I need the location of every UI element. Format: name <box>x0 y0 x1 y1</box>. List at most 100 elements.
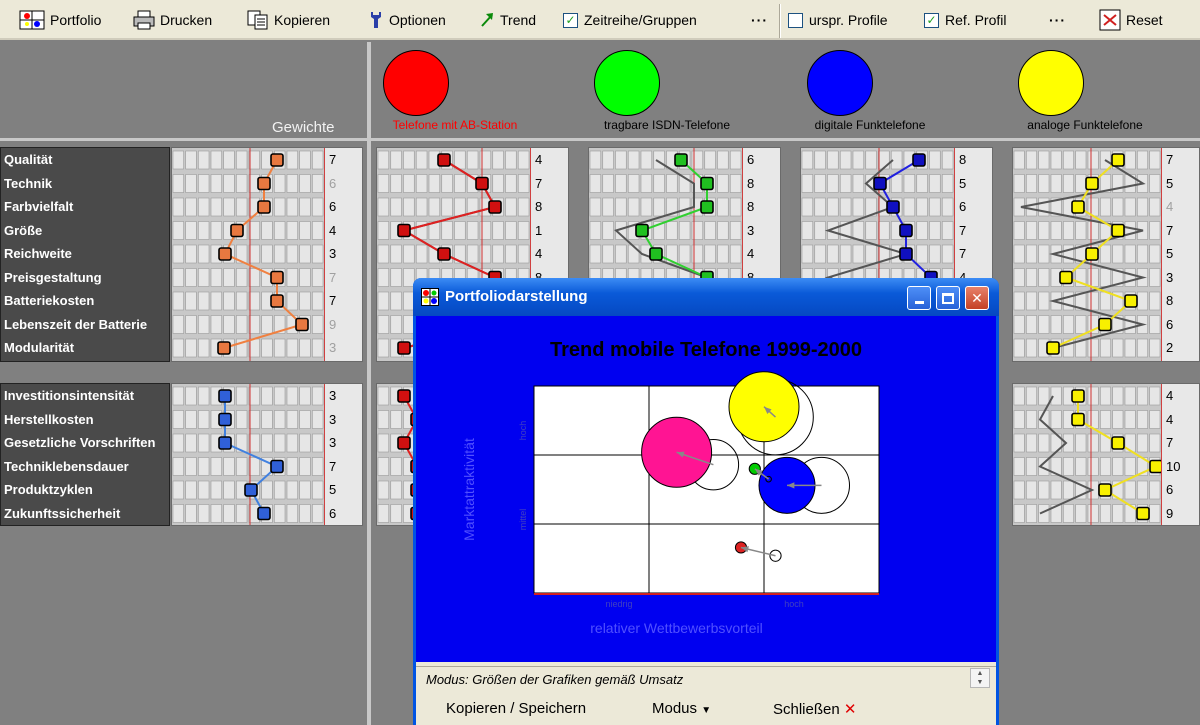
product-circle[interactable] <box>807 50 873 116</box>
grid-cell <box>198 410 210 429</box>
value-cell[interactable]: 1 <box>531 219 568 243</box>
grid-cell <box>441 197 453 217</box>
criterion-label[interactable]: Produktzyklen <box>1 478 169 502</box>
maximize-button[interactable] <box>936 286 960 310</box>
value-cell[interactable]: 5 <box>1162 242 1199 266</box>
criterion-label[interactable]: Gesetzliche Vorschriften <box>1 431 169 455</box>
ref-profile-checkbox[interactable]: ✓ Ref. Profil <box>924 8 1006 32</box>
criterion-label[interactable]: Lebenszeit der Batterie <box>1 313 169 337</box>
value-cell[interactable]: 8 <box>955 148 992 172</box>
criterion-label[interactable]: Herstellkosten <box>1 408 169 432</box>
value-cell[interactable]: 6 <box>325 502 362 526</box>
criterion-label[interactable]: Größe <box>1 219 169 243</box>
value-cell[interactable]: 8 <box>1162 289 1199 313</box>
grid-cell <box>941 197 954 217</box>
checkbox-unchecked-icon <box>788 12 803 28</box>
value-cell[interactable]: 7 <box>955 242 992 266</box>
window-titlebar[interactable]: Portfoliodarstellung ✕ <box>413 278 999 316</box>
original-profiles-checkbox[interactable]: urspr. Profile <box>788 8 888 32</box>
value-cell[interactable]: 6 <box>955 195 992 219</box>
criterion-label[interactable]: Farbvielfalt <box>1 195 169 219</box>
criterion-label[interactable]: Preisgestaltung <box>1 266 169 290</box>
value-cell[interactable]: 8 <box>743 195 780 219</box>
value-cell[interactable]: 3 <box>325 431 362 455</box>
product-circle[interactable] <box>594 50 660 116</box>
mode-button[interactable]: Modus ▼ <box>652 700 711 717</box>
profile-marker <box>1071 389 1085 403</box>
minimize-button[interactable] <box>907 286 931 310</box>
grid-cell <box>878 150 890 170</box>
criterion-label[interactable]: Technik <box>1 172 169 196</box>
value-cell[interactable]: 3 <box>325 336 362 360</box>
grid-cell <box>801 150 814 170</box>
spin-button[interactable]: ▲ ▼ <box>970 668 990 688</box>
value-cell[interactable]: 6 <box>1162 313 1199 337</box>
value-cell[interactable]: 6 <box>325 195 362 219</box>
value-cell[interactable]: 5 <box>325 478 362 502</box>
value-cell[interactable]: 3 <box>325 408 362 432</box>
value-cell[interactable]: 2 <box>1162 336 1199 360</box>
value-cell[interactable]: 4 <box>531 242 568 266</box>
value-cell[interactable]: 6 <box>325 172 362 196</box>
criterion-label[interactable]: Modularität <box>1 336 169 360</box>
profile-marker <box>1149 459 1161 474</box>
trend-button[interactable]: Trend <box>479 8 536 32</box>
grid-cell <box>172 268 184 287</box>
copy-save-button[interactable]: Kopieren / Speichern <box>446 700 586 717</box>
print-button[interactable]: Drucken <box>133 8 212 32</box>
grid-cell <box>1112 410 1124 429</box>
criterion-label[interactable]: Batteriekosten <box>1 289 169 313</box>
grid-cell <box>653 174 665 193</box>
value-cell[interactable]: 3 <box>325 242 362 266</box>
timeseries-checkbox[interactable]: ✓ Zeitreihe/Gruppen <box>563 8 697 32</box>
criterion-label[interactable]: Reichweite <box>1 242 169 266</box>
product-circle[interactable] <box>1018 50 1084 116</box>
more-button-2[interactable]: ··· <box>1049 8 1066 32</box>
checkbox-checked-icon: ✓ <box>924 12 939 28</box>
value-cell[interactable]: 7 <box>325 266 362 290</box>
value-cell[interactable]: 7 <box>325 148 362 172</box>
value-cell[interactable]: 6 <box>1162 478 1199 502</box>
value-cell[interactable]: 8 <box>531 195 568 219</box>
value-cell[interactable]: 8 <box>743 172 780 196</box>
value-cell[interactable]: 3 <box>1162 266 1199 290</box>
value-cell[interactable]: 7 <box>325 289 362 313</box>
more-button[interactable]: ··· <box>751 8 768 32</box>
value-cell[interactable]: 7 <box>531 172 568 196</box>
profile-marker <box>912 153 926 167</box>
value-cell[interactable]: 6 <box>743 148 780 172</box>
value-cell[interactable]: 7 <box>1162 431 1199 455</box>
value-cell[interactable]: 7 <box>1162 219 1199 243</box>
close-window-button[interactable]: Schließen ✕ <box>773 700 856 718</box>
value-cell[interactable]: 5 <box>955 172 992 196</box>
grid-cell <box>1013 457 1025 476</box>
copy-button[interactable]: Kopieren <box>247 8 330 32</box>
value-cell[interactable]: 3 <box>325 384 362 408</box>
value-cell[interactable]: 7 <box>325 455 362 479</box>
value-cell[interactable]: 4 <box>325 219 362 243</box>
value-cell[interactable]: 7 <box>1162 148 1199 172</box>
grid-cell <box>717 197 729 217</box>
grid-cell <box>814 244 826 264</box>
criterion-label[interactable]: Qualität <box>1 148 169 172</box>
value-cell[interactable]: 4 <box>1162 408 1199 432</box>
value-cell[interactable]: 4 <box>1162 384 1199 408</box>
criterion-label[interactable]: Zukunftssicherheit <box>1 502 169 526</box>
value-cell[interactable]: 4 <box>531 148 568 172</box>
criterion-label[interactable]: Techniklebensdauer <box>1 455 169 479</box>
product-circle[interactable] <box>383 50 449 116</box>
options-button[interactable]: Optionen <box>368 8 446 32</box>
reset-button[interactable]: Reset <box>1099 8 1163 32</box>
value-cell[interactable]: 7 <box>955 219 992 243</box>
value-cell[interactable]: 4 <box>743 242 780 266</box>
value-cell[interactable]: 9 <box>1162 502 1199 526</box>
criterion-label[interactable]: Investitionsintensität <box>1 384 169 408</box>
grid-cell <box>1026 150 1037 170</box>
value-cell[interactable]: 10 <box>1162 455 1199 479</box>
close-button[interactable]: ✕ <box>965 286 989 310</box>
value-cell[interactable]: 5 <box>1162 172 1199 196</box>
value-cell[interactable]: 9 <box>325 313 362 337</box>
value-cell[interactable]: 3 <box>743 219 780 243</box>
portfolio-button[interactable]: Portfolio <box>19 8 101 32</box>
value-cell[interactable]: 4 <box>1162 195 1199 219</box>
